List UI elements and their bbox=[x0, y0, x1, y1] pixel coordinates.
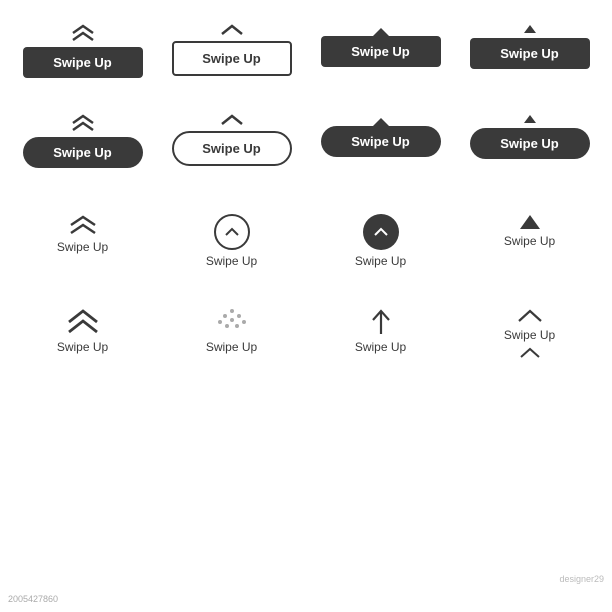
arrow-up-icon bbox=[370, 308, 392, 336]
swipe-up-label-3: Swipe Up bbox=[355, 254, 406, 268]
swipe-up-rect-notch-btn[interactable]: Swipe Up bbox=[321, 36, 441, 67]
swipe-up-label-4: Swipe Up bbox=[504, 234, 555, 248]
circle-chevron-icon[interactable] bbox=[214, 214, 250, 250]
swipe-icon-8[interactable]: Swipe Up bbox=[455, 300, 604, 368]
swipe-up-label-8: Swipe Up bbox=[504, 328, 555, 342]
swipe-btn-2[interactable]: Swipe Up bbox=[157, 14, 306, 86]
swipe-icon-5[interactable]: Swipe Up bbox=[8, 300, 157, 368]
swipe-btn-3[interactable]: Swipe Up bbox=[306, 14, 455, 86]
small-chevron-icon bbox=[516, 308, 544, 324]
watermark-id: 2005427860 bbox=[8, 594, 58, 604]
small-triangle-icon-2 bbox=[523, 114, 537, 124]
swipe-up-rect-outline-btn[interactable]: Swipe Up bbox=[172, 41, 292, 76]
swipe-up-label-2: Swipe Up bbox=[206, 254, 257, 268]
large-double-chevron-icon bbox=[66, 308, 100, 336]
swipe-up-rect-dark-btn[interactable]: Swipe Up bbox=[23, 47, 143, 78]
swipe-icon-7[interactable]: Swipe Up bbox=[306, 300, 455, 368]
swipe-btn-8[interactable]: Swipe Up bbox=[455, 108, 604, 176]
swipe-icon-1[interactable]: Swipe Up bbox=[8, 206, 157, 276]
swipe-up-rect-triangle-btn[interactable]: Swipe Up bbox=[470, 38, 590, 69]
circle-filled-icon[interactable] bbox=[363, 214, 399, 250]
dots-arrow-icon bbox=[215, 308, 249, 336]
single-chevron-icon bbox=[218, 24, 246, 36]
swipe-up-pill-dark-btn[interactable]: Swipe Up bbox=[23, 137, 143, 168]
swipe-icon-4[interactable]: Swipe Up bbox=[455, 206, 604, 276]
swipe-up-label-6: Swipe Up bbox=[206, 340, 257, 354]
swipe-icon-2[interactable]: Swipe Up bbox=[157, 206, 306, 276]
extra-chevron-icon bbox=[518, 346, 542, 360]
swipe-btn-7[interactable]: Swipe Up bbox=[306, 108, 455, 176]
swipe-up-label-1: Swipe Up bbox=[57, 240, 108, 254]
double-chevron-lg-icon bbox=[67, 214, 99, 236]
double-chevron-icon bbox=[69, 24, 97, 42]
swipe-btn-4[interactable]: Swipe Up bbox=[455, 14, 604, 86]
double-chevron-icon-2 bbox=[69, 114, 97, 132]
swipe-btn-6[interactable]: Swipe Up bbox=[157, 108, 306, 176]
swipe-icon-6[interactable]: Swipe Up bbox=[157, 300, 306, 368]
single-chevron-icon-2 bbox=[218, 114, 246, 126]
watermark-designer: designer29 bbox=[559, 574, 604, 584]
small-triangle-icon bbox=[523, 24, 537, 34]
swipe-btn-1[interactable]: Swipe Up bbox=[8, 14, 157, 86]
swipe-up-label-7: Swipe Up bbox=[355, 340, 406, 354]
swipe-up-label-5: Swipe Up bbox=[57, 340, 108, 354]
swipe-up-pill-outline-btn[interactable]: Swipe Up bbox=[172, 131, 292, 166]
swipe-btn-5[interactable]: Swipe Up bbox=[8, 108, 157, 176]
swipe-up-pill-triangle-btn[interactable]: Swipe Up bbox=[470, 128, 590, 159]
swipe-up-pill-notch-btn[interactable]: Swipe Up bbox=[321, 126, 441, 157]
swipe-icon-3[interactable]: Swipe Up bbox=[306, 206, 455, 276]
small-up-triangle-icon bbox=[519, 214, 541, 230]
